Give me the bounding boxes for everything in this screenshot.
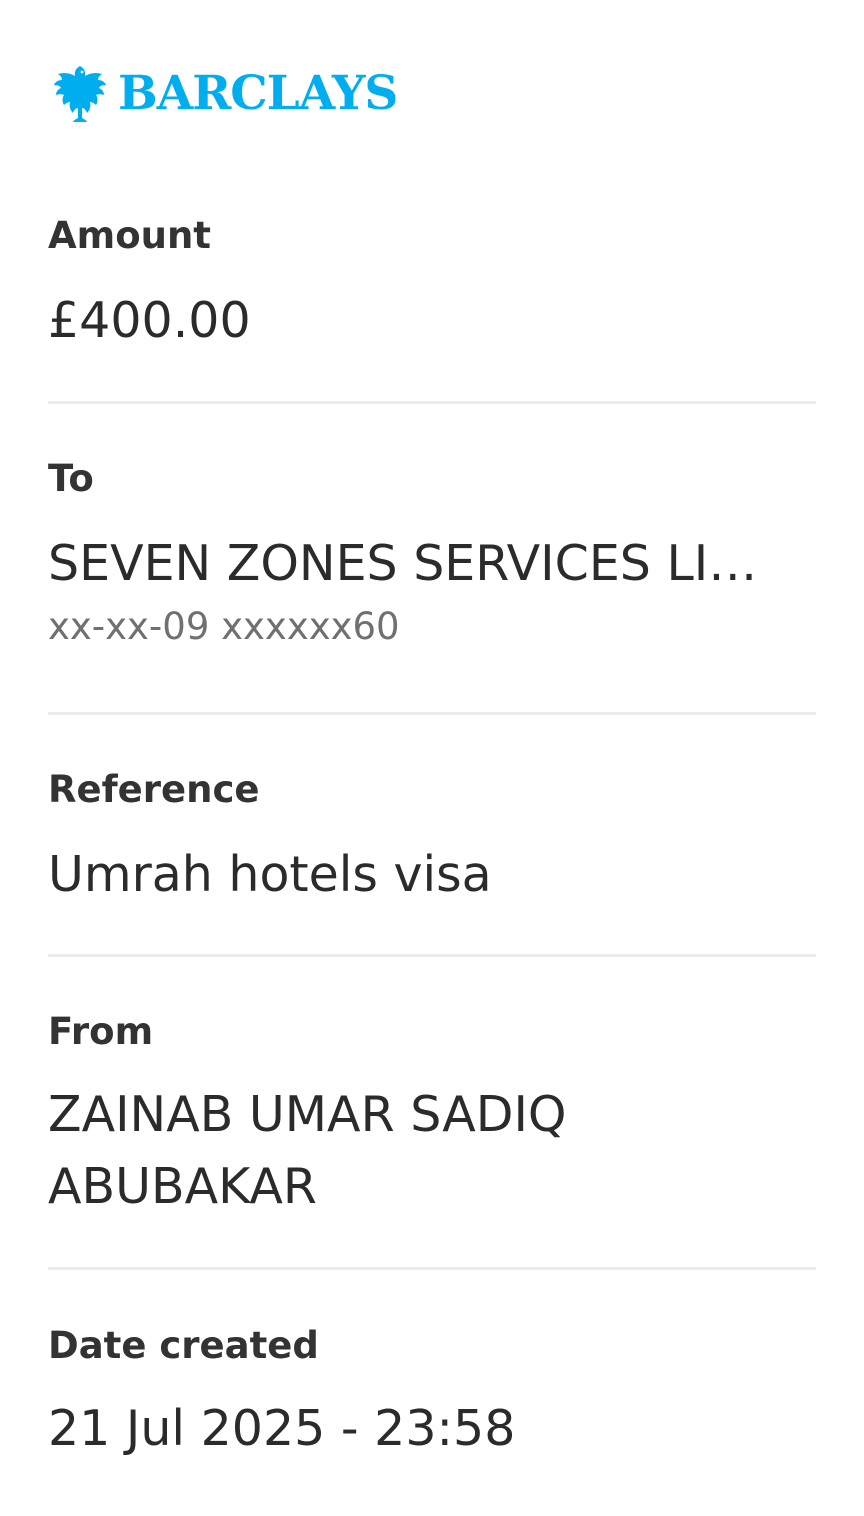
to-label: To: [48, 457, 94, 500]
divider: [48, 712, 816, 715]
date-created-section: Date created 21 Jul 2025 - 23:58: [48, 1323, 816, 1465]
reference-value: Umrah hotels visa: [48, 846, 492, 903]
sender-section: From ZAINAB UMAR SADIQ ABUBAKAR: [48, 1009, 816, 1223]
payment-details-page: BARCLAYS Amount £400.00 To SEVEN ZONES S…: [0, 0, 864, 1516]
amount-value: £400.00: [48, 292, 251, 349]
from-label: From: [48, 1010, 154, 1053]
amount-section: Amount £400.00: [48, 213, 816, 357]
recipient-name: SEVEN ZONES SERVICES LIMI…: [48, 535, 798, 592]
recipient-account: xx-xx-09 xxxxxx60: [48, 605, 400, 648]
date-created-label: Date created: [48, 1324, 319, 1367]
barclays-logo: BARCLAYS: [52, 64, 398, 124]
divider: [48, 1267, 816, 1270]
amount-label: Amount: [48, 214, 211, 257]
recipient-section: To SEVEN ZONES SERVICES LIMI… xx-xx-09 x…: [48, 456, 816, 650]
divider: [48, 954, 816, 957]
date-created-value: 21 Jul 2025 - 23:58: [48, 1400, 516, 1457]
brand-name: BARCLAYS: [118, 66, 398, 121]
reference-label: Reference: [48, 768, 260, 811]
eagle-icon: [54, 66, 106, 122]
divider: [48, 401, 816, 404]
reference-section: Reference Umrah hotels visa: [48, 767, 816, 911]
sender-name: ZAINAB UMAR SADIQ ABUBAKAR: [48, 1086, 567, 1215]
